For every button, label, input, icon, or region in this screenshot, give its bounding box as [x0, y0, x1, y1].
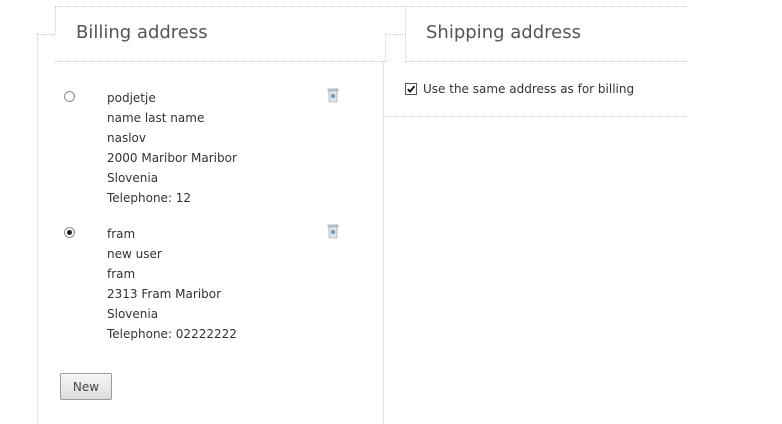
address-city: 2000 Maribor Maribor: [107, 151, 237, 165]
billing-panel-right-border: [383, 61, 384, 424]
new-address-button[interactable]: New: [60, 373, 112, 400]
checkmark-icon: [407, 85, 416, 93]
billing-header-bottom-border: [55, 61, 385, 62]
address-country: Slovenia: [107, 307, 159, 321]
column-divider: [405, 6, 406, 61]
billing-address-title: Billing address: [76, 22, 208, 43]
address-country: Slovenia: [107, 171, 159, 185]
address-telephone: Telephone: 02222222: [107, 327, 237, 341]
billing-header-top-border: [55, 6, 405, 7]
shipping-panel-bottom-border: [386, 116, 688, 117]
same-as-billing-checkbox[interactable]: [405, 83, 417, 95]
shipping-outer-top-border: [385, 34, 405, 35]
address-item: fram new user fram 2313 Fram Maribor Slo…: [60, 222, 360, 358]
address-telephone: Telephone: 12: [107, 191, 192, 205]
address-street: naslov: [107, 131, 146, 145]
address-company: podjetje: [107, 91, 156, 105]
address-city: 2313 Fram Maribor: [107, 287, 222, 301]
trash-icon[interactable]: [326, 223, 340, 239]
address-street: fram: [107, 267, 136, 281]
billing-header-right-border: [385, 34, 386, 61]
billing-address-list: podjetje name last name naslov 2000 Mari…: [60, 86, 360, 358]
address-lines: fram new user fram 2313 Fram Maribor Slo…: [107, 224, 237, 344]
address-name: new user: [107, 247, 162, 261]
shipping-address-title: Shipping address: [426, 22, 581, 43]
shipping-header-bottom-border: [405, 61, 688, 62]
address-radio[interactable]: [64, 227, 75, 238]
trash-icon[interactable]: [326, 87, 340, 103]
same-as-billing-label: Use the same address as for billing: [423, 82, 635, 96]
address-page: Billing address podjetje name last name …: [0, 0, 782, 424]
address-name: name last name: [107, 111, 205, 125]
billing-outer-top-border: [37, 34, 55, 35]
same-as-billing-option[interactable]: Use the same address as for billing: [405, 82, 634, 96]
address-lines: podjetje name last name naslov 2000 Mari…: [107, 88, 237, 208]
shipping-header-top-border: [405, 6, 688, 7]
billing-outer-left-border: [37, 34, 38, 424]
address-company: fram: [107, 227, 136, 241]
billing-header-left-border: [55, 6, 56, 34]
address-radio[interactable]: [64, 91, 75, 102]
address-item: podjetje name last name naslov 2000 Mari…: [60, 86, 360, 222]
